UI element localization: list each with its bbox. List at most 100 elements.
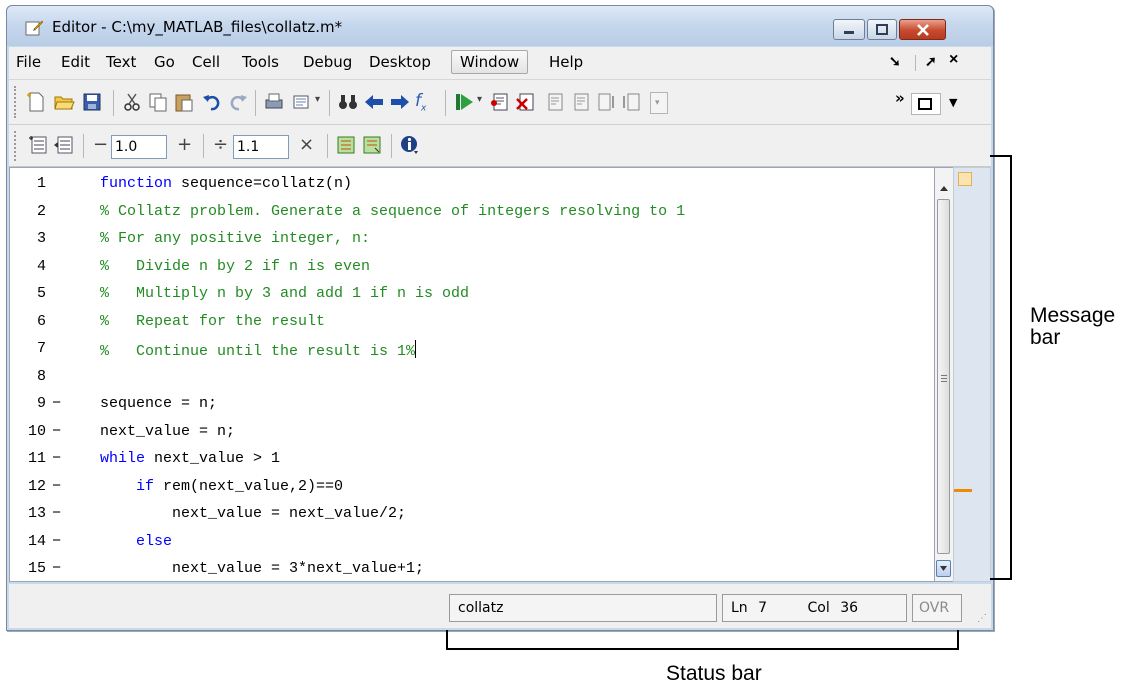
menu-text[interactable]: Text [106, 53, 136, 71]
line-number[interactable]: 14 [10, 533, 46, 550]
line-number[interactable]: 9 [10, 395, 46, 412]
code-text[interactable]: next_value = next_value/2; [100, 505, 406, 522]
line-number[interactable]: 8 [10, 368, 46, 385]
publish-icon[interactable] [291, 91, 313, 113]
set-breakpoint-icon[interactable] [489, 91, 511, 113]
toolbar-grip[interactable] [14, 86, 18, 118]
code-editor[interactable]: 1 function sequence=collatz(n) 2 % Collatz … [9, 167, 935, 582]
line-number[interactable]: 7 [10, 340, 46, 357]
line-number[interactable]: 13 [10, 505, 46, 522]
dropdown-arrow-icon[interactable]: ▾ [315, 94, 320, 105]
minimize-button[interactable] [833, 19, 865, 40]
resize-grip-icon[interactable]: ⋰ [977, 613, 987, 624]
clear-breakpoints-icon[interactable] [515, 91, 537, 113]
code-text[interactable]: next_value = n; [100, 423, 235, 440]
code-line[interactable]: 15− next_value = 3*next_value+1; [10, 560, 930, 581]
layout-dropdown-icon[interactable]: ▼ [949, 96, 957, 109]
code-line[interactable]: 3 % For any positive integer, n: [10, 230, 930, 256]
undo-icon[interactable] [201, 91, 223, 113]
code-text[interactable]: else [100, 533, 172, 550]
line-number[interactable]: 12 [10, 478, 46, 495]
code-line[interactable]: 1 function sequence=collatz(n) [10, 175, 930, 201]
breakpoint-dash[interactable]: − [52, 395, 61, 412]
undock-arrow-icon[interactable]: ➚ [925, 53, 937, 70]
layout-picker[interactable] [911, 93, 941, 115]
line-number[interactable]: 15 [10, 560, 46, 577]
step-in-icon[interactable] [569, 91, 591, 113]
go-back-icon[interactable] [363, 91, 385, 113]
increment-button[interactable]: + [177, 134, 192, 155]
step-icon[interactable] [543, 91, 565, 113]
code-line[interactable]: 2 % Collatz problem. Generate a sequence … [10, 203, 930, 229]
code-line[interactable]: 13− next_value = next_value/2; [10, 505, 930, 531]
menu-go[interactable]: Go [154, 53, 175, 71]
go-forward-icon[interactable] [389, 91, 411, 113]
message-marker[interactable] [954, 489, 972, 492]
dock-arrow-icon[interactable]: ➘ [889, 53, 901, 70]
code-text[interactable]: % Collatz problem. Generate a sequence o… [100, 203, 685, 220]
breakpoint-dash[interactable]: − [52, 533, 61, 550]
evaluate-advance-icon[interactable] [361, 134, 383, 156]
stack-dropdown[interactable]: ▾ [650, 92, 668, 114]
scroll-down-button[interactable] [936, 560, 951, 577]
toolbar-overflow-icon[interactable]: » [895, 89, 905, 107]
code-text[interactable]: function sequence=collatz(n) [100, 175, 352, 192]
menu-debug[interactable]: Debug [303, 53, 352, 71]
decrement-button[interactable]: − [93, 134, 108, 155]
divide-button[interactable]: ÷ [213, 134, 228, 155]
redo-icon[interactable] [227, 91, 249, 113]
code-text[interactable]: while next_value > 1 [100, 450, 280, 467]
paste-icon[interactable] [173, 91, 195, 113]
menu-cell[interactable]: Cell [192, 53, 220, 71]
increment-value-field-2[interactable]: 1.1 [233, 135, 289, 159]
insert-cell-divider-icon[interactable] [27, 134, 49, 156]
line-number[interactable]: 4 [10, 258, 46, 275]
code-text[interactable]: % Repeat for the result [100, 313, 325, 330]
vertical-scrollbar[interactable] [935, 167, 953, 582]
line-number[interactable]: 5 [10, 285, 46, 302]
increment-value-field-1[interactable]: 1.0 [111, 135, 167, 159]
scrollbar-thumb[interactable] [937, 199, 950, 554]
breakpoint-dash[interactable]: − [52, 450, 61, 467]
copy-icon[interactable] [147, 91, 169, 113]
find-binoculars-icon[interactable] [337, 91, 359, 113]
code-line[interactable]: 7 % Continue until the result is 1% [10, 340, 930, 366]
menu-window[interactable]: Window [451, 50, 529, 74]
code-line[interactable]: 10− next_value = n; [10, 423, 930, 449]
code-text[interactable]: next_value = 3*next_value+1; [100, 560, 424, 577]
code-line[interactable]: 9− sequence = n; [10, 395, 930, 421]
open-folder-icon[interactable] [53, 91, 75, 113]
code-line[interactable]: 11− while next_value > 1 [10, 450, 930, 476]
menu-help[interactable]: Help [549, 53, 583, 71]
save-icon[interactable] [81, 91, 103, 113]
code-line[interactable]: 5 % Multiply n by 3 and add 1 if n is odd [10, 285, 930, 311]
maximize-button[interactable] [867, 19, 897, 40]
breakpoint-dash[interactable]: − [52, 505, 61, 522]
cell-info-icon[interactable] [399, 134, 421, 156]
toolbar-grip[interactable] [14, 131, 18, 161]
code-line[interactable]: 4 % Divide n by 2 if n is even [10, 258, 930, 284]
menu-edit[interactable]: Edit [61, 53, 90, 71]
print-icon[interactable] [263, 91, 285, 113]
code-text[interactable]: % Divide n by 2 if n is even [100, 258, 370, 275]
code-text[interactable]: % For any positive integer, n: [100, 230, 370, 247]
multiply-button[interactable]: × [299, 134, 314, 155]
code-text[interactable]: % Continue until the result is 1% [100, 340, 417, 360]
menu-file[interactable]: File [16, 53, 41, 71]
evaluate-cell-icon[interactable] [335, 134, 357, 156]
close-doc-icon[interactable]: × [949, 51, 958, 69]
line-number[interactable]: 11 [10, 450, 46, 467]
title-bar[interactable]: Editor - C:\my_MATLAB_files\collatz.m* [7, 6, 993, 46]
line-number[interactable]: 3 [10, 230, 46, 247]
cut-icon[interactable] [121, 91, 143, 113]
scroll-up-icon[interactable] [936, 180, 952, 197]
message-bar[interactable] [953, 167, 991, 582]
step-out-icon[interactable] [595, 91, 617, 113]
function-fx-icon[interactable]: fx [415, 91, 426, 113]
line-number[interactable]: 6 [10, 313, 46, 330]
code-text[interactable]: if rem(next_value,2)==0 [100, 478, 343, 495]
breakpoint-dash[interactable]: − [52, 423, 61, 440]
continue-icon[interactable] [621, 91, 643, 113]
code-line[interactable]: 14− else [10, 533, 930, 559]
menu-tools[interactable]: Tools [242, 53, 279, 71]
